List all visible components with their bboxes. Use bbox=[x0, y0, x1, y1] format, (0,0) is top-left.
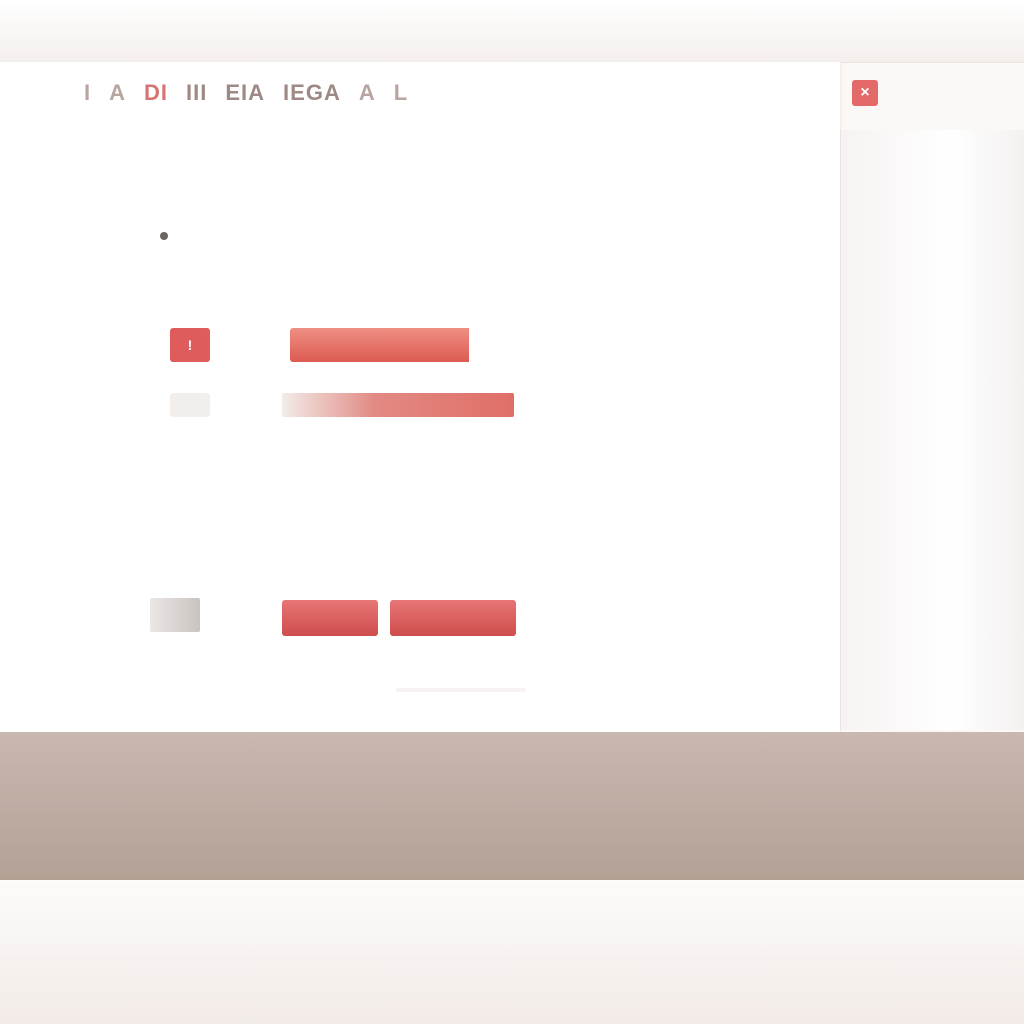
thumbnail-image bbox=[150, 598, 200, 632]
side-panel bbox=[840, 130, 1024, 730]
nav-item-1[interactable]: I bbox=[84, 80, 91, 106]
status-bar-2 bbox=[282, 393, 514, 417]
status-row-1[interactable]: ! bbox=[170, 328, 530, 362]
status-row-2[interactable] bbox=[170, 388, 530, 422]
nav-bar: I A DI III EIA IEGA A L bbox=[84, 80, 408, 106]
nav-item-4[interactable]: III bbox=[186, 80, 207, 106]
main-window: I A DI III EIA IEGA A L ! bbox=[0, 62, 840, 738]
nav-item-6[interactable]: IEGA bbox=[283, 80, 341, 106]
status-bar-fill-1 bbox=[290, 328, 470, 362]
content-area: ! bbox=[0, 142, 840, 738]
window-header: I A DI III EIA IEGA A L bbox=[0, 62, 840, 142]
nav-item-2[interactable]: A bbox=[109, 80, 126, 106]
row-tag bbox=[170, 393, 210, 417]
lower-row-value-1 bbox=[396, 688, 526, 692]
top-strip bbox=[0, 0, 1024, 63]
left-action-button[interactable] bbox=[282, 600, 378, 636]
right-action-button[interactable] bbox=[390, 600, 516, 636]
nav-item-5[interactable]: EIA bbox=[225, 80, 265, 106]
background-band bbox=[0, 732, 1024, 880]
close-icon[interactable]: × bbox=[852, 80, 878, 106]
nav-item-8[interactable]: L bbox=[394, 80, 408, 106]
bullet-icon bbox=[160, 231, 168, 240]
status-bar-1 bbox=[290, 328, 514, 362]
alert-badge: ! bbox=[170, 328, 210, 362]
footer-strip bbox=[0, 880, 1024, 1024]
meta-line bbox=[160, 228, 178, 242]
nav-item-7[interactable]: A bbox=[359, 80, 376, 106]
nav-item-3[interactable]: DI bbox=[144, 80, 168, 106]
